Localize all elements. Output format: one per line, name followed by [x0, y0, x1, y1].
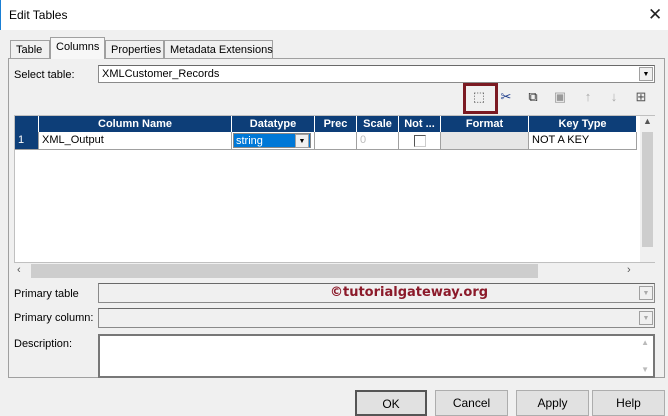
- description-label: Description:: [14, 338, 73, 350]
- cell-format[interactable]: [441, 132, 529, 150]
- tab-metadata-extensions[interactable]: Metadata Extensions: [164, 40, 273, 59]
- scroll-right-icon[interactable]: ›: [627, 264, 631, 276]
- paste-icon[interactable]: ▣: [551, 89, 569, 107]
- vertical-scroll-thumb[interactable]: [642, 132, 653, 247]
- header-column-name[interactable]: Column Name: [39, 116, 232, 132]
- select-table-dropdown[interactable]: XMLCustomer_Records ▼: [98, 65, 655, 83]
- select-table-label: Select table:: [14, 69, 75, 81]
- cell-scale[interactable]: 0: [357, 132, 399, 150]
- horizontal-scroll-thumb[interactable]: [31, 264, 538, 278]
- window-title: Edit Tables: [9, 8, 68, 22]
- new-column-icon[interactable]: ⬚: [470, 89, 488, 107]
- help-button[interactable]: Help: [592, 390, 665, 416]
- datatype-value: string: [236, 135, 263, 147]
- header-not-null[interactable]: Not ...: [399, 116, 441, 132]
- move-down-icon[interactable]: ↓: [605, 89, 623, 107]
- not-null-checkbox[interactable]: [413, 135, 426, 147]
- scroll-left-icon[interactable]: ‹: [17, 264, 21, 276]
- apply-button[interactable]: Apply: [516, 390, 589, 416]
- header-format[interactable]: Format: [441, 116, 529, 132]
- move-up-icon[interactable]: ↑: [579, 89, 597, 107]
- description-textarea[interactable]: ▲ ▼: [98, 334, 655, 378]
- import-fields-icon[interactable]: ⊞: [632, 89, 650, 107]
- cut-icon[interactable]: ✂: [497, 89, 515, 107]
- primary-column-dropdown[interactable]: ▼: [98, 308, 655, 328]
- cancel-button[interactable]: Cancel: [435, 390, 508, 416]
- scroll-up-icon[interactable]: ▲: [640, 116, 655, 126]
- tab-table[interactable]: Table: [10, 40, 50, 59]
- title-bar: Edit Tables ✕: [0, 0, 668, 30]
- cell-prec[interactable]: [315, 132, 357, 150]
- cell-column-name[interactable]: XML_Output: [39, 132, 232, 150]
- ok-button[interactable]: OK: [355, 390, 427, 416]
- chevron-down-icon[interactable]: ▼: [639, 286, 653, 300]
- tab-columns[interactable]: Columns: [50, 37, 105, 59]
- primary-column-label: Primary column:: [14, 312, 94, 324]
- chevron-down-icon[interactable]: ▼: [639, 67, 653, 81]
- row-header-corner: [15, 116, 39, 132]
- close-icon[interactable]: ✕: [648, 5, 662, 25]
- header-prec[interactable]: Prec: [315, 116, 357, 132]
- primary-table-label: Primary table: [14, 288, 79, 300]
- header-key-type[interactable]: Key Type: [529, 116, 637, 132]
- header-datatype[interactable]: Datatype: [232, 116, 315, 132]
- select-table-value: XMLCustomer_Records: [102, 68, 220, 80]
- row-number[interactable]: 1: [15, 132, 39, 150]
- cell-not-null[interactable]: [399, 132, 441, 150]
- watermark: ©tutorialgateway.org: [330, 285, 489, 300]
- tab-properties[interactable]: Properties: [105, 40, 164, 59]
- scroll-up-icon[interactable]: ▲: [641, 338, 649, 347]
- cell-key-type[interactable]: NOT A KEY: [529, 132, 637, 150]
- scroll-down-icon[interactable]: ▼: [641, 365, 649, 374]
- cell-datatype[interactable]: string ▼: [232, 132, 315, 150]
- chevron-down-icon[interactable]: ▼: [639, 311, 653, 325]
- header-scale[interactable]: Scale: [357, 116, 399, 132]
- copy-icon[interactable]: ⧉: [524, 89, 542, 107]
- chevron-down-icon[interactable]: ▼: [295, 134, 309, 148]
- columns-grid[interactable]: Column Name Datatype Prec Scale Not ... …: [14, 115, 655, 263]
